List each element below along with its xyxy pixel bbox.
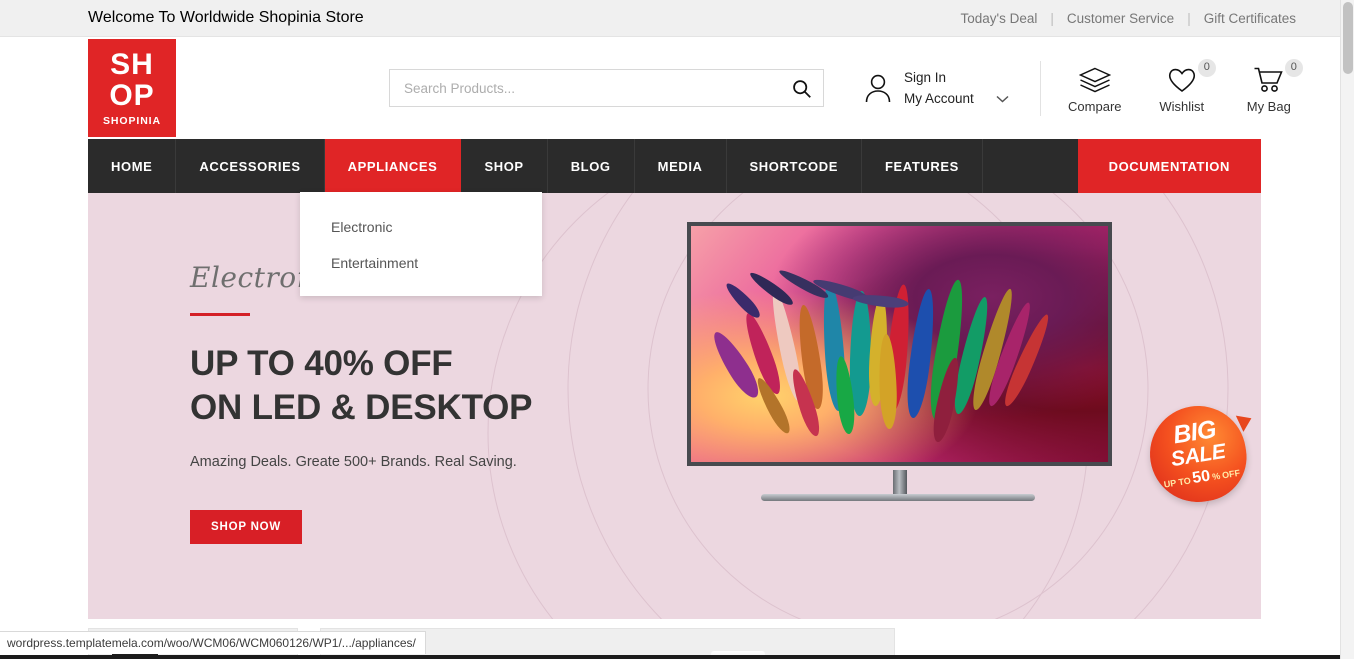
wishlist-label: Wishlist [1159,98,1205,114]
header-icon-group: Compare 0 Wishlist 0 My Bag [1067,58,1303,114]
nav-item-features[interactable]: FEATURES [862,139,983,193]
topbar-separator: | [1050,10,1054,26]
search-button[interactable] [779,70,823,106]
nav-item-shop[interactable]: SHOP [461,139,548,193]
nav-item-documentation[interactable]: DOCUMENTATION [1077,139,1261,193]
my-bag-badge: 0 [1284,58,1303,77]
logo-brand-name: SHOPINIA [103,114,161,127]
hero-banner: Electronic M UP TO 40% OFF ON LED & DESK… [88,193,1261,619]
status-bar-url: wordpress.templatemela.com/woo/WCM06/WCM… [7,636,416,650]
topbar-link-todays-deal[interactable]: Today's Deal [961,11,1038,26]
tv-product-image [687,222,1112,501]
sale-badge-off: OFF [1221,467,1241,481]
dropdown-item-electronic[interactable]: Electronic [331,219,542,235]
nav-item-blog[interactable]: BLOG [548,139,635,193]
site-header: SH OP SHOPINIA Sign In My Account [0,37,1354,139]
sign-in-label[interactable]: Sign In [904,67,1009,88]
topbar-separator: | [1187,10,1191,26]
page-scrollbar[interactable] [1340,0,1354,659]
search-bar[interactable] [389,69,824,107]
topbar-link-customer-service[interactable]: Customer Service [1067,11,1174,26]
my-bag-label: My Bag [1246,98,1291,114]
hero-headline-line-1: UP TO 40% OFF [190,344,453,383]
my-account-label[interactable]: My Account [904,88,974,109]
big-sale-badge: BIG SALE UP TO 50 % OFF [1143,399,1256,509]
utility-topbar: Welcome To Worldwide Shopinia Store Toda… [0,0,1354,37]
header-divider [1039,60,1041,116]
dropdown-item-entertainment[interactable]: Entertainment [331,255,542,271]
topbar-link-gift-certificates[interactable]: Gift Certificates [1204,11,1296,26]
welcome-message: Welcome To Worldwide Shopinia Store [88,9,364,26]
nav-item-home[interactable]: HOME [88,139,177,193]
wishlist-badge: 0 [1197,58,1216,77]
sale-badge-upto: UP TO [1163,475,1192,490]
hero-text-block: Electronic M UP TO 40% OFF ON LED & DESK… [190,261,670,544]
hero-accent-rule [190,313,250,316]
tv-stand-neck [892,470,907,496]
tv-stand-base [761,494,1035,501]
search-icon [792,79,811,98]
logo-line-1: SH [110,47,154,81]
sale-badge-percent: 50 [1191,467,1212,487]
hero-subtext: Amazing Deals. Greate 500+ Brands. Real … [190,453,517,470]
nav-item-appliances[interactable]: APPLIANCES [324,139,462,193]
browser-status-bar: wordpress.templatemela.com/woo/WCM06/WCM… [0,631,426,654]
topbar-links: Today's Deal | Customer Service | Gift C… [961,11,1296,26]
layers-icon [1067,63,1123,97]
my-bag-button[interactable]: 0 My Bag [1241,58,1303,114]
shop-now-button[interactable]: SHOP NOW [190,509,303,544]
logo-line-2: OP [109,78,155,112]
sale-badge-percent-symbol: % [1211,470,1221,482]
nav-item-accessories[interactable]: ACCESSORIES [176,139,325,193]
compare-label: Compare [1068,98,1122,114]
user-icon [865,74,891,103]
main-navigation: HOME ACCESSORIES APPLIANCES SHOP BLOG ME… [88,139,1261,193]
wishlist-button[interactable]: 0 Wishlist [1154,58,1216,114]
search-input[interactable] [390,70,779,106]
nav-item-media[interactable]: MEDIA [635,139,727,193]
compare-button[interactable]: Compare [1067,63,1123,114]
tv-screen [687,222,1112,466]
viewport-bottom-edge [0,655,1354,659]
scrollbar-thumb[interactable] [1343,2,1353,74]
appliances-dropdown-menu: Electronic Entertainment [300,192,542,296]
account-menu[interactable]: Sign In My Account [863,67,1009,109]
site-logo[interactable]: SH OP SHOPINIA [88,39,176,137]
nav-item-shortcode[interactable]: SHORTCODE [727,139,862,193]
account-text: Sign In My Account [904,67,1009,109]
chevron-down-icon[interactable] [996,95,1009,103]
hero-headline: UP TO 40% OFF ON LED & DESKTOP [190,342,670,430]
page-root: Welcome To Worldwide Shopinia Store Toda… [0,0,1354,659]
hero-headline-line-2: ON LED & DESKTOP [190,387,533,427]
